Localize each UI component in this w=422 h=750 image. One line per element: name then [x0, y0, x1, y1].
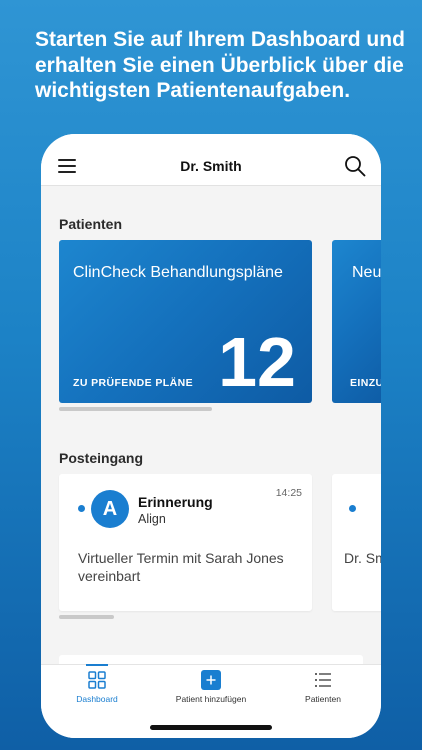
active-tab-indicator — [86, 664, 108, 666]
top-app-bar: Dr. Smith — [41, 134, 381, 186]
card-subtitle: EINZU — [350, 377, 381, 389]
card-subtitle: ZU PRÜFENDE PLÄNE — [73, 377, 193, 389]
message-sender: Erinnerung — [138, 494, 213, 510]
unread-indicator — [78, 505, 85, 512]
dashboard-icon — [88, 671, 106, 689]
nav-label: Dashboard — [76, 694, 118, 704]
nav-patients[interactable]: Patienten — [293, 665, 353, 725]
inbox-message-card[interactable]: Dr. Sm — [332, 474, 381, 611]
nav-dashboard[interactable]: Dashboard — [67, 664, 127, 725]
card-title: ClinCheck Behandlungspläne — [73, 264, 283, 281]
message-body: Dr. Sm — [344, 550, 381, 566]
patient-card-new[interactable]: Neu EINZU — [332, 240, 381, 403]
message-body: Virtueller Termin mit Sarah Jones verein… — [78, 550, 284, 584]
promo-headline: Starten Sie auf Ihrem Dashboard und erha… — [35, 28, 405, 102]
message-source: Align — [138, 512, 166, 526]
card-title: Neu — [352, 264, 381, 281]
section-title-patients: Patienten — [59, 216, 123, 232]
phone-screen: Dr. Smith Patienten ClinCheck Behandlung… — [41, 134, 381, 738]
inbox-message-card[interactable]: A Erinnerung Align 14:25 Virtueller Term… — [59, 474, 312, 611]
search-icon[interactable] — [344, 155, 366, 177]
unread-indicator — [349, 505, 356, 512]
avatar: A — [91, 490, 129, 528]
nav-label: Patienten — [305, 694, 341, 704]
message-time: 14:25 — [275, 487, 302, 499]
patient-list-icon — [315, 673, 331, 687]
page-title: Dr. Smith — [180, 158, 242, 174]
add-patient-icon — [201, 670, 221, 690]
section-title-inbox: Posteingang — [59, 450, 144, 466]
nav-label: Patient hinzufügen — [175, 694, 247, 704]
nav-add-patient[interactable]: Patient hinzufügen — [156, 665, 266, 725]
home-indicator — [150, 725, 272, 730]
patient-card-clincheck[interactable]: ClinCheck Behandlungspläne ZU PRÜFENDE P… — [59, 240, 312, 403]
patients-scroll-indicator[interactable] — [59, 407, 212, 411]
inbox-scroll-indicator[interactable] — [59, 615, 114, 619]
card-count: 12 — [218, 323, 296, 401]
